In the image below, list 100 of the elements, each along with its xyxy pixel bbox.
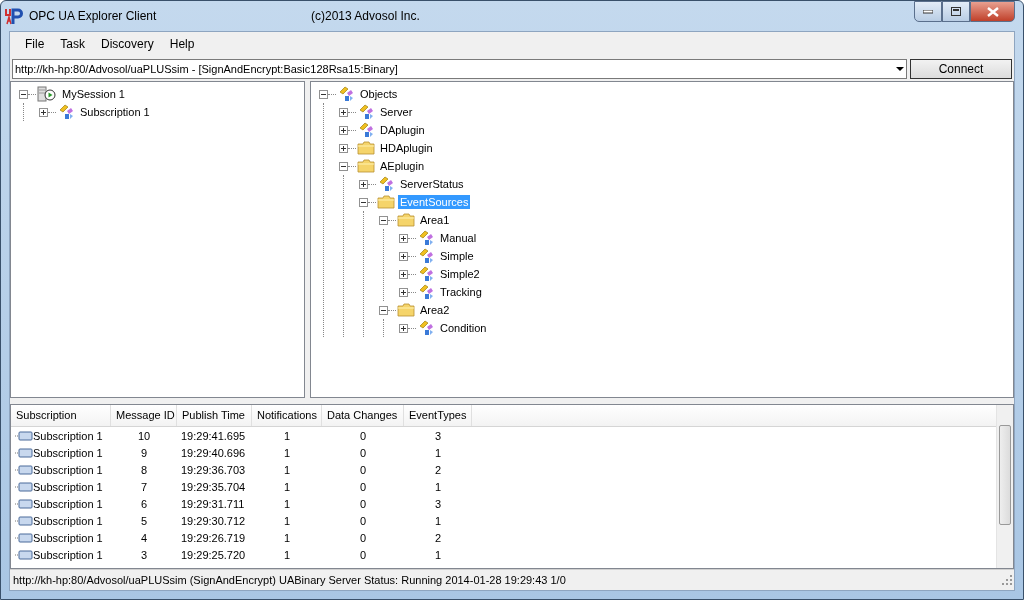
table-cell-text: 0 — [358, 480, 368, 493]
table-cell: Subscription 1 — [33, 497, 103, 510]
table-cell: Subscription 1 — [33, 463, 103, 476]
expand-toggle-icon[interactable] — [339, 143, 348, 153]
copyright-text: (c)2013 Advosol Inc. — [311, 9, 420, 23]
tree-node[interactable]: Simple — [438, 249, 476, 263]
status-text: http://kh-hp:80/Advosol/uaPLUSsim (SignAndEncrypt) UABinary Server Status: Running 2014-01-28 19:29:43 1/0 — [13, 574, 566, 586]
tree-node[interactable]: AEplugin — [378, 159, 427, 173]
tree-node[interactable]: Server — [378, 105, 415, 119]
tree-node[interactable]: Area1 — [418, 213, 452, 227]
collapse-toggle-icon[interactable] — [379, 305, 388, 315]
table-cell-text: 19:29:30.712 — [180, 514, 247, 527]
column-header[interactable]: Message ID — [111, 405, 177, 426]
table-cell-text: 3 — [433, 497, 443, 510]
object-node-icon — [417, 248, 435, 264]
endpoint-dropdown[interactable]: http://kh-hp:80/Advosol/uaPLUSsim - [SignAndEncrypt:Basic128Rsa15:Binary] — [12, 59, 907, 79]
table-cell-text: 19:29:35.704 — [180, 480, 247, 493]
expand-toggle-icon[interactable] — [399, 287, 408, 297]
object-node-icon — [57, 104, 75, 120]
column-header[interactable]: Data Changes — [322, 405, 404, 426]
collapse-toggle-icon[interactable] — [19, 89, 28, 99]
collapse-toggle-icon[interactable] — [379, 215, 388, 225]
tree-node[interactable]: Simple2 — [438, 267, 482, 281]
table-cell-text: 1 — [282, 531, 292, 544]
tree-node[interactable]: Manual — [438, 231, 479, 245]
expand-toggle-icon[interactable] — [399, 269, 408, 279]
object-node-icon — [337, 86, 355, 102]
collapse-toggle-icon[interactable] — [339, 161, 348, 171]
expand-toggle-icon[interactable] — [39, 107, 48, 117]
expand-toggle-icon[interactable] — [339, 125, 348, 135]
collapse-toggle-icon[interactable] — [319, 89, 328, 99]
expand-toggle-icon[interactable] — [359, 179, 368, 189]
table-cell-text: 3 — [139, 548, 149, 561]
table-cell-text: 4 — [139, 531, 149, 544]
expand-toggle-icon[interactable] — [399, 251, 408, 261]
table-cell-text: 0 — [358, 497, 368, 510]
table-cell: Subscription 1 — [33, 480, 103, 493]
subscription-icon — [15, 430, 33, 441]
subscription-icon — [15, 447, 33, 458]
tree-node[interactable]: Condition — [438, 321, 489, 335]
table-cell-text: 0 — [358, 429, 368, 442]
collapse-toggle-icon[interactable] — [359, 197, 368, 207]
column-header[interactable]: Notifications — [252, 405, 322, 426]
menu-item[interactable]: Task — [52, 35, 94, 53]
tree-node[interactable]: DAplugin — [378, 123, 427, 137]
table-cell-text: 1 — [282, 548, 292, 561]
table-cell-text: 1 — [282, 429, 292, 442]
table-cell-text: 0 — [358, 514, 368, 527]
column-header[interactable]: EventTypes — [404, 405, 472, 426]
table-cell-text: 1 — [282, 514, 292, 527]
subscription-icon — [15, 481, 33, 492]
object-node-icon — [417, 230, 435, 246]
table-cell: Subscription 1 — [33, 429, 103, 442]
table-cell: Subscription 1 — [33, 531, 103, 544]
expand-toggle-icon[interactable] — [339, 107, 348, 117]
vertical-scrollbar[interactable] — [996, 405, 1013, 568]
table-cell: Subscription 1 — [33, 446, 103, 459]
expand-toggle-icon[interactable] — [399, 323, 408, 333]
column-header[interactable]: Subscription — [11, 405, 111, 426]
menu-item[interactable]: Help — [161, 35, 203, 53]
tree-node[interactable]: Area2 — [418, 303, 452, 317]
object-node-icon — [357, 122, 375, 138]
tree-node[interactable]: MySession 1 — [60, 87, 127, 101]
table-cell-text: 1 — [282, 463, 292, 476]
table-cell-text: 1 — [282, 446, 292, 459]
tree-node[interactable]: HDAplugin — [378, 141, 435, 155]
column-header[interactable]: Publish Time — [177, 405, 252, 426]
table-cell-text: 0 — [358, 548, 368, 561]
table-cell-text: 5 — [139, 514, 149, 527]
table-cell-text: 0 — [358, 463, 368, 476]
table-cell-text: 1 — [282, 480, 292, 493]
table-cell-text: 9 — [139, 446, 149, 459]
tree-node[interactable]: Objects — [358, 87, 400, 101]
table-cell-text: 19:29:41.695 — [180, 429, 247, 442]
maximize-button[interactable] — [942, 1, 970, 22]
tree-node[interactable]: Subscription 1 — [78, 105, 152, 119]
expand-toggle-icon[interactable] — [399, 233, 408, 243]
object-node-icon — [417, 320, 435, 336]
menu-item[interactable]: File — [17, 35, 53, 53]
menu-item[interactable]: Discovery — [93, 35, 162, 53]
tree-node[interactable]: ServerStatus — [398, 177, 466, 191]
table-cell-text: 3 — [433, 429, 443, 442]
table-cell-text: 1 — [282, 497, 292, 510]
subscription-icon — [15, 549, 33, 560]
minimize-button[interactable] — [914, 1, 942, 22]
table-cell-text: 7 — [139, 480, 149, 493]
table-cell: Subscription 1 — [33, 548, 103, 561]
table-cell-text: 19:29:25.720 — [180, 548, 247, 561]
table-cell-text: 1 — [433, 480, 443, 493]
table-cell-text: 2 — [433, 531, 443, 544]
table-cell-text: 0 — [358, 531, 368, 544]
subscription-icon — [15, 532, 33, 543]
table-cell: Subscription 1 — [33, 514, 103, 527]
close-button[interactable] — [970, 1, 1015, 22]
tree-node[interactable]: Tracking — [438, 285, 484, 299]
subscription-icon — [15, 498, 33, 509]
connect-button[interactable]: Connect — [910, 59, 1012, 79]
maximize-icon — [951, 7, 961, 16]
folder-icon — [397, 212, 415, 228]
resize-grip-icon[interactable] — [1002, 575, 1012, 585]
